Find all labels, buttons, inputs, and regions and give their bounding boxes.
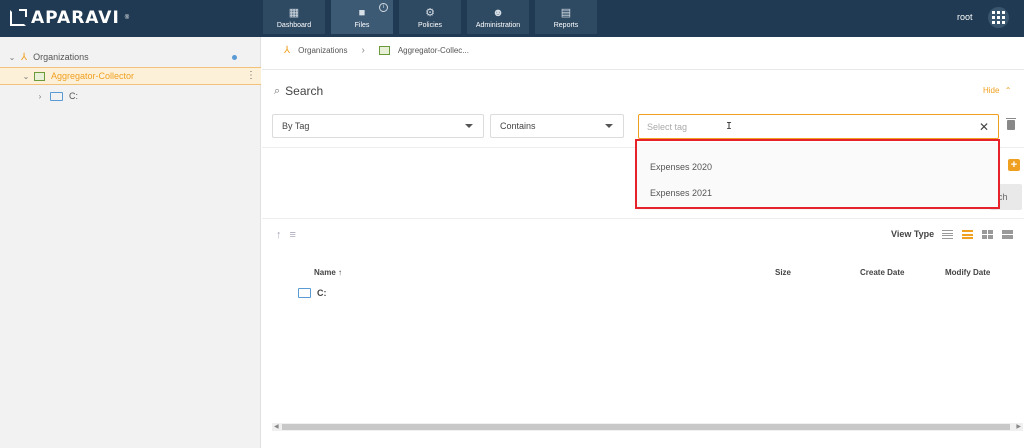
search-title: Search bbox=[285, 84, 324, 98]
brand-name: APARAVI bbox=[31, 8, 120, 28]
nav-reports-label: Reports bbox=[553, 22, 579, 29]
collector-icon bbox=[34, 71, 45, 81]
field-select-value: By Tag bbox=[282, 121, 310, 131]
column-create-date[interactable]: Create Date bbox=[860, 268, 904, 277]
aparavi-logo[interactable]: APARAVI ® bbox=[10, 8, 129, 28]
column-name[interactable]: Name ↑ bbox=[314, 268, 342, 277]
column-modify-date[interactable]: Modify Date bbox=[945, 268, 990, 277]
chevron-up-icon: ⌃ bbox=[1004, 86, 1012, 95]
details-view-icon[interactable] bbox=[962, 230, 973, 239]
close-icon[interactable]: ✕ bbox=[979, 120, 989, 134]
add-condition-button[interactable]: + bbox=[1008, 159, 1020, 171]
nav-files-label: Files bbox=[354, 22, 370, 29]
divider bbox=[262, 218, 1024, 219]
scroll-left-icon[interactable]: ◀ bbox=[274, 423, 279, 431]
apps-grid-icon[interactable] bbox=[988, 7, 1009, 28]
tag-select-input[interactable]: Select tag I ✕ bbox=[638, 114, 999, 139]
tree-item-organizations[interactable]: ⌄ ⅄ Organizations bbox=[0, 48, 261, 66]
collector-icon bbox=[378, 46, 390, 55]
tree-item-label: Organizations bbox=[33, 52, 89, 62]
file-name: C: bbox=[317, 288, 327, 298]
chevron-right-icon[interactable]: › bbox=[36, 92, 44, 101]
user-name[interactable]: root bbox=[957, 12, 973, 22]
chevron-down-icon[interactable]: ⌄ bbox=[8, 53, 16, 62]
hide-label: Hide bbox=[983, 86, 1000, 95]
column-size[interactable]: Size bbox=[775, 268, 791, 277]
list-view-icon[interactable] bbox=[942, 230, 953, 239]
clipboard-icon: ▤ bbox=[560, 7, 572, 19]
nav-dashboard[interactable]: ▦ Dashboard bbox=[263, 0, 325, 34]
nav-policies-label: Policies bbox=[417, 22, 443, 29]
organizations-icon: ⅄ bbox=[21, 51, 28, 63]
gear-icon: ⚙ bbox=[425, 7, 435, 19]
arrow-up-icon[interactable]: ↑ bbox=[276, 229, 282, 241]
tree-item-aggregator-collector[interactable]: ⌄ Aggregator-Collector ⋮ bbox=[0, 67, 261, 85]
scrollbar-thumb[interactable] bbox=[282, 424, 1010, 430]
folder-icon: ■ bbox=[358, 7, 366, 19]
field-select[interactable]: By Tag bbox=[272, 114, 484, 138]
operator-select[interactable]: Contains bbox=[490, 114, 624, 138]
chevron-down-icon[interactable]: ⌄ bbox=[22, 72, 30, 81]
main-panel: ⅄ Organizations › Aggregator-Collec... ⌕… bbox=[262, 37, 1024, 448]
tree-item-label: Aggregator-Collector bbox=[51, 71, 135, 81]
sidebar-tree: ⌄ ⅄ Organizations ⌄ Aggregator-Collector… bbox=[0, 37, 261, 448]
nav-administration-label: Administration bbox=[475, 22, 521, 29]
caret-down-icon bbox=[465, 124, 473, 128]
breadcrumb: ⅄ Organizations › Aggregator-Collec... bbox=[284, 45, 469, 56]
chevron-right-icon: › bbox=[361, 45, 365, 56]
nav-files[interactable]: i ■ Files bbox=[331, 0, 393, 34]
highlight-box bbox=[635, 139, 1000, 209]
more-options-icon[interactable]: ⋮ bbox=[246, 71, 256, 81]
sort-list-icon[interactable]: ≡ bbox=[290, 229, 296, 241]
tag-placeholder: Select tag bbox=[647, 121, 688, 132]
organizations-icon: ⅄ bbox=[284, 45, 291, 56]
nav-administration[interactable]: ☻ Administration bbox=[467, 0, 529, 34]
folder-icon bbox=[50, 91, 63, 101]
table-row[interactable]: C: bbox=[298, 288, 327, 298]
grid-view-icon[interactable] bbox=[982, 230, 993, 239]
list-toolbar: ↑ ≡ bbox=[276, 229, 296, 241]
sort-asc-icon: ↑ bbox=[338, 268, 343, 277]
hide-search-link[interactable]: Hide ⌃ bbox=[983, 86, 1011, 95]
caret-down-icon bbox=[605, 124, 613, 128]
nav-dashboard-label: Dashboard bbox=[276, 22, 312, 29]
operator-select-value: Contains bbox=[500, 121, 536, 131]
tree-item-label: C: bbox=[69, 91, 78, 101]
view-type-options bbox=[942, 230, 1013, 239]
status-dot bbox=[232, 54, 237, 60]
info-icon[interactable]: i bbox=[379, 3, 388, 12]
users-icon: ☻ bbox=[492, 7, 504, 19]
tiles-view-icon[interactable] bbox=[1002, 230, 1013, 239]
text-cursor-icon: I bbox=[726, 121, 733, 132]
search-icon: ⌕ bbox=[274, 84, 281, 97]
dashboard-icon: ▦ bbox=[288, 7, 300, 19]
trademark: ® bbox=[124, 15, 130, 21]
nav-policies[interactable]: ⚙ Policies bbox=[399, 0, 461, 34]
divider bbox=[262, 69, 1024, 70]
search-heading: ⌕ Search bbox=[274, 84, 323, 98]
logo-mark-icon bbox=[10, 9, 27, 26]
tree-item-drive-c[interactable]: › C: bbox=[0, 87, 261, 105]
breadcrumb-current[interactable]: Aggregator-Collec... bbox=[398, 46, 469, 55]
horizontal-scrollbar[interactable]: ◀ ▶ bbox=[272, 423, 1023, 431]
nav-reports[interactable]: ▤ Reports bbox=[535, 0, 597, 34]
scroll-right-icon[interactable]: ▶ bbox=[1016, 423, 1021, 431]
folder-icon bbox=[298, 288, 311, 298]
top-bar: APARAVI ® ▦ Dashboard i ■ Files ⚙ Polici… bbox=[0, 0, 1024, 37]
breadcrumb-organizations[interactable]: Organizations bbox=[298, 46, 347, 55]
main-nav: ▦ Dashboard i ■ Files ⚙ Policies ☻ Admin… bbox=[263, 0, 597, 37]
view-type-label: View Type bbox=[891, 229, 935, 239]
trash-icon[interactable] bbox=[1006, 118, 1016, 130]
column-name-label: Name bbox=[314, 268, 336, 277]
